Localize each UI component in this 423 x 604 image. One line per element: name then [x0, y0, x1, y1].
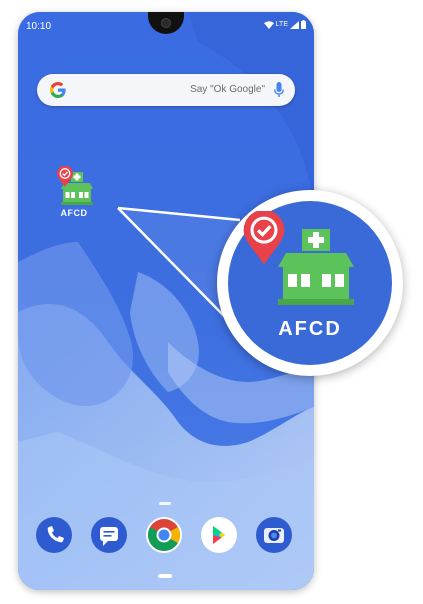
camera-notch [148, 12, 184, 34]
location-pin-check-icon [57, 166, 73, 187]
battery-icon [301, 20, 306, 29]
wifi-icon [263, 20, 274, 29]
camera-app-icon[interactable] [256, 517, 292, 553]
phone-app-icon[interactable] [36, 517, 72, 553]
status-time: 10:10 [26, 21, 52, 32]
messages-app-icon[interactable] [91, 517, 127, 553]
afcd-app-label-large: AFCD [278, 318, 342, 340]
play-store-app-icon[interactable] [201, 517, 237, 553]
front-camera-icon [161, 18, 171, 28]
google-search-bar[interactable]: Say "Ok Google" [37, 74, 295, 106]
app-drawer-handle[interactable] [159, 502, 171, 505]
google-g-icon [50, 82, 66, 98]
zoom-callout-inner: AFCD [228, 201, 392, 365]
camera-icon [264, 528, 284, 543]
phone-icon [47, 526, 64, 543]
chrome-icon [148, 519, 180, 551]
status-bar: 10:10 LTE [18, 12, 314, 38]
play-store-icon [213, 526, 225, 544]
network-type-label: LTE [275, 21, 288, 28]
signal-icon [290, 20, 299, 29]
location-pin-check-icon-large [243, 211, 285, 265]
dock [18, 517, 314, 561]
chrome-app-icon[interactable] [146, 517, 182, 553]
afcd-app-label: AFCD [60, 208, 88, 218]
messages-icon [100, 527, 118, 546]
zoom-callout: AFCD [217, 190, 403, 376]
mic-icon[interactable] [274, 82, 284, 98]
screenshot-stage: 10:10 LTE Say "Ok Google" AFCD AFCD [0, 0, 423, 604]
status-icons: LTE [263, 20, 306, 29]
search-hint-text: Say "Ok Google" [190, 84, 265, 95]
afcd-app-shortcut[interactable]: AFCD [49, 162, 99, 226]
home-gesture-pill[interactable] [158, 574, 172, 578]
